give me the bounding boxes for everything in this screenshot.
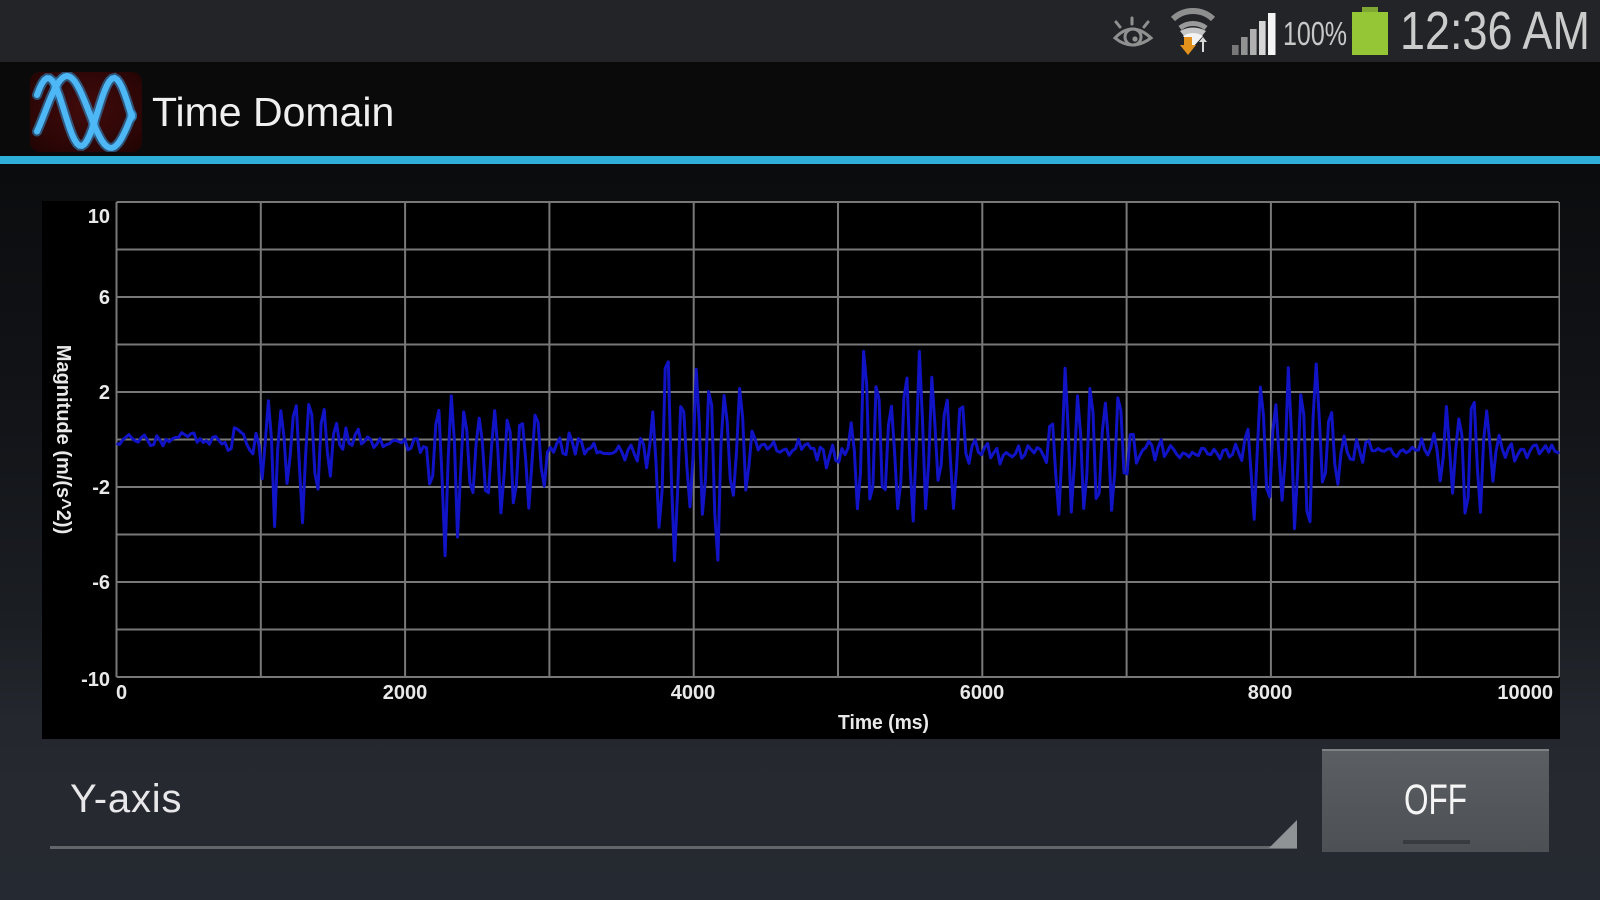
svg-text:8000: 8000 — [1248, 682, 1293, 704]
svg-text:4000: 4000 — [671, 682, 716, 704]
svg-text:10: 10 — [88, 206, 110, 228]
svg-text:0: 0 — [116, 682, 127, 704]
svg-text:Magnitude (m/(s^2)): Magnitude (m/(s^2)) — [52, 345, 74, 534]
svg-text:2000: 2000 — [383, 682, 428, 704]
svg-text:100%: 100% — [1283, 15, 1347, 52]
svg-text:12:36 AM: 12:36 AM — [1400, 1, 1590, 61]
svg-text:Time (ms): Time (ms) — [838, 712, 929, 734]
svg-text:6000: 6000 — [960, 682, 1005, 704]
svg-text:-6: -6 — [92, 572, 110, 594]
svg-text:10000: 10000 — [1497, 682, 1553, 704]
svg-text:-10: -10 — [81, 669, 110, 691]
svg-text:2: 2 — [99, 382, 110, 404]
svg-text:6: 6 — [99, 287, 110, 309]
svg-text:OFF: OFF — [1404, 776, 1467, 824]
svg-text:-2: -2 — [92, 477, 110, 499]
svg-text:Time Domain: Time Domain — [152, 89, 394, 135]
